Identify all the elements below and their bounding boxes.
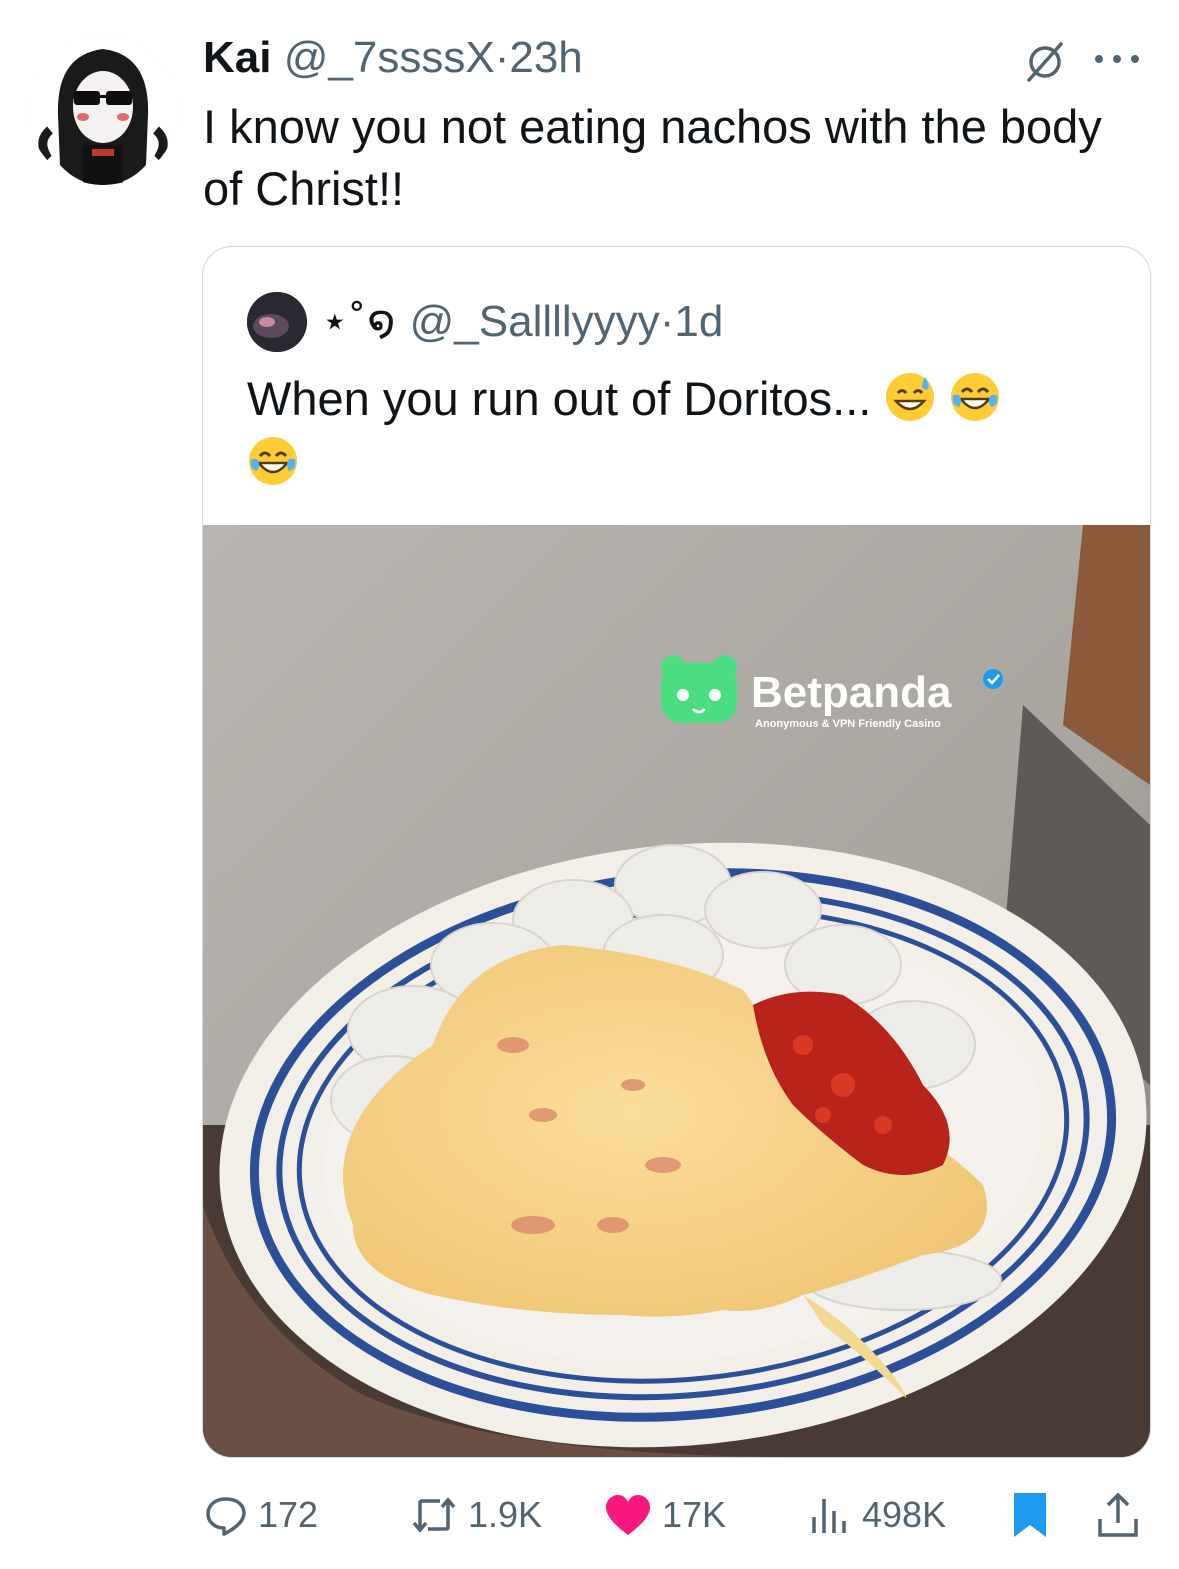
quoted-time[interactable]: 1d bbox=[674, 297, 723, 346]
repost-count: 1.9K bbox=[468, 1494, 543, 1535]
quoted-author-avatar[interactable] bbox=[247, 292, 307, 352]
tweet-text: I know you not eating nachos with the bo… bbox=[203, 100, 1102, 215]
views-button[interactable]: 498K bbox=[808, 1480, 946, 1550]
quoted-display-name[interactable]: ⋆˚໑ bbox=[321, 297, 397, 346]
quoted-tweet-card[interactable]: ⋆˚໑ @_Sallllyyyy·1d When you run out of … bbox=[202, 246, 1151, 1458]
repost-icon bbox=[410, 1493, 458, 1537]
share-icon bbox=[1096, 1491, 1140, 1539]
author-handle[interactable]: @_7ssssX bbox=[284, 33, 495, 82]
repost-button[interactable]: 1.9K bbox=[410, 1480, 542, 1550]
tears-of-joy-emoji bbox=[247, 435, 299, 487]
more-icon[interactable] bbox=[1091, 44, 1143, 74]
betpanda-brand: Betpanda bbox=[751, 668, 952, 717]
bookmark-button[interactable] bbox=[1010, 1480, 1050, 1550]
photo-nachos-communion-wafers[interactable]: Betpanda Anonymous & VPN Friendly Casino bbox=[203, 525, 1150, 1457]
views-count: 498K bbox=[862, 1494, 947, 1535]
quoted-handle[interactable]: @_Sallllyyyy bbox=[410, 297, 660, 346]
like-icon bbox=[604, 1493, 652, 1537]
tweet-time[interactable]: 23h bbox=[509, 33, 582, 82]
reply-count: 172 bbox=[258, 1494, 319, 1535]
tears-of-joy-emoji bbox=[949, 371, 1001, 423]
quoted-header: ⋆˚໑ @_Sallllyyyy·1d bbox=[321, 289, 723, 355]
tweet-header: Kai @_7ssssX·23h bbox=[203, 28, 1143, 88]
grok-icon[interactable] bbox=[1023, 40, 1067, 84]
like-count: 17K bbox=[662, 1494, 727, 1535]
separator-dot: · bbox=[494, 33, 510, 82]
quoted-text-block: When you run out of Doritos... bbox=[247, 367, 1117, 495]
like-button[interactable]: 17K bbox=[604, 1480, 726, 1550]
reply-button[interactable]: 172 bbox=[204, 1480, 318, 1550]
grinning-sweat-emoji bbox=[884, 371, 936, 423]
author-avatar[interactable] bbox=[28, 35, 178, 185]
views-icon bbox=[808, 1493, 852, 1537]
betpanda-tagline: Anonymous & VPN Friendly Casino bbox=[755, 718, 941, 730]
quoted-text: When you run out of Doritos... bbox=[247, 372, 872, 425]
separator-dot: · bbox=[659, 297, 675, 346]
bookmark-icon bbox=[1010, 1491, 1050, 1539]
reply-icon bbox=[204, 1493, 248, 1537]
author-name[interactable]: Kai bbox=[203, 33, 271, 82]
share-button[interactable] bbox=[1096, 1480, 1140, 1550]
tweet-action-bar: 172 1.9K 17K 498K bbox=[200, 1480, 1150, 1550]
